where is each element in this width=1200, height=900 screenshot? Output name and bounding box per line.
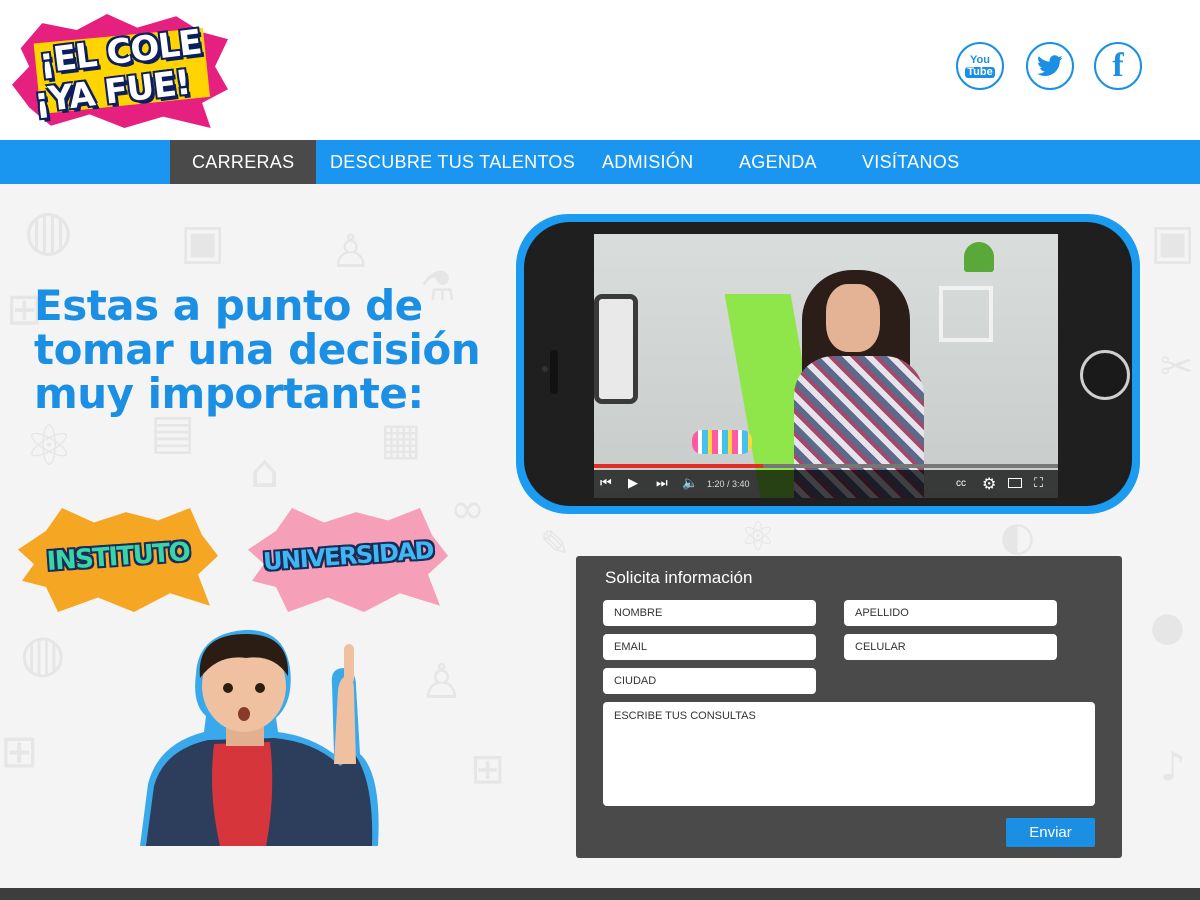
people-doodle-icon-2: ♙ xyxy=(420,654,464,710)
captions-icon[interactable]: cc xyxy=(956,470,966,498)
consultas-textarea[interactable] xyxy=(603,702,1095,806)
facebook-link[interactable]: f xyxy=(1094,42,1142,90)
phone-camera xyxy=(542,366,548,372)
backpack-doodle-icon: ▣ xyxy=(180,214,226,270)
globe-doodle-icon: ◍ xyxy=(24,198,73,263)
nombre-field[interactable] xyxy=(603,600,816,626)
dna-doodle-icon: ∞ xyxy=(450,484,485,533)
theater-box-icon xyxy=(1008,477,1022,488)
guitar-doodle-icon: ♪ xyxy=(1160,744,1186,790)
atom-doodle-icon: ⚛ xyxy=(24,414,75,479)
email-field[interactable] xyxy=(603,634,816,660)
ciudad-field[interactable] xyxy=(603,668,816,694)
settings-gear-icon[interactable]: ⚙ xyxy=(982,470,996,498)
skip-forward-icon[interactable]: ⏭ xyxy=(656,470,668,498)
calculator-doodle-icon-2: ⊞ xyxy=(0,724,39,778)
video-stool xyxy=(692,430,752,454)
enviar-button[interactable]: Enviar xyxy=(1006,818,1095,847)
twitter-link[interactable] xyxy=(1026,42,1074,90)
theater-mode-icon[interactable] xyxy=(1008,470,1022,498)
video-player[interactable]: ⏮ ▶ ⏭ 🔈 1:20 / 3:40 cc ⚙ ⛶ xyxy=(594,234,1058,498)
youtube-link[interactable]: You Tube xyxy=(956,42,1004,90)
nav-item-agenda[interactable]: AGENDA xyxy=(739,140,817,184)
house-doodle-icon: ⌂ xyxy=(250,444,280,498)
people-doodle-icon: ♙ xyxy=(330,224,372,278)
bus-doodle-icon: ▦ xyxy=(380,414,422,465)
main-navbar: CARRERAS DESCUBRE TUS TALENTOS ADMISIÓN … xyxy=(0,140,1200,184)
video-time-display: 1:20 / 3:40 xyxy=(707,479,750,489)
pencil-doodle-icon: ✎ xyxy=(540,524,571,565)
twitter-icon xyxy=(1037,55,1063,76)
palette-doodle-icon: ◐ xyxy=(1000,514,1035,560)
youtube-icon: You Tube xyxy=(965,53,995,78)
video-shelf xyxy=(939,286,993,342)
footer-bar xyxy=(0,888,1200,900)
student-illustration xyxy=(140,629,379,846)
site-header: ¡EL COLE ¡YA FUE! You Tube f xyxy=(0,0,1200,140)
scissors-doodle-icon: ✂ xyxy=(1160,344,1194,390)
nav-item-admision[interactable]: ADMISIÓN xyxy=(602,140,693,184)
phone-speaker xyxy=(550,350,558,394)
calculator-doodle-icon-3: ⊞ xyxy=(470,744,506,793)
backpack-doodle-icon-2: ▣ xyxy=(1150,214,1196,270)
phone-home-button xyxy=(1080,350,1130,400)
globe-doodle-icon-2: ◍ xyxy=(20,624,66,684)
video-picture-frame xyxy=(594,294,638,404)
nav-item-carreras[interactable]: CARRERAS xyxy=(170,140,317,184)
celular-field[interactable] xyxy=(844,634,1057,660)
nav-item-visitanos[interactable]: VISÍTANOS xyxy=(862,140,959,184)
play-icon[interactable]: ▶ xyxy=(628,470,638,498)
video-person-face xyxy=(826,284,880,352)
skip-back-icon[interactable]: ⏮ xyxy=(600,470,612,498)
site-logo[interactable]: ¡EL COLE ¡YA FUE! xyxy=(12,14,228,128)
fullscreen-icon[interactable]: ⛶ xyxy=(1034,470,1043,498)
youtube-you-text: You xyxy=(970,53,990,66)
nav-item-descubre-tus-talentos[interactable]: DESCUBRE TUS TALENTOS xyxy=(330,140,575,184)
youtube-tube-text: Tube xyxy=(965,65,995,78)
facebook-icon: f xyxy=(1112,47,1124,84)
apple-doodle-icon: ● xyxy=(1150,604,1185,650)
apellido-field[interactable] xyxy=(844,600,1057,626)
video-progress-fill xyxy=(594,464,763,468)
instituto-badge[interactable]: INSTITUTO xyxy=(18,508,218,612)
molecule-doodle-icon: ⚛ xyxy=(740,514,776,560)
video-progress-bar[interactable] xyxy=(594,464,1058,468)
hero-headline: Estas a punto de tomar una decisión muy … xyxy=(34,281,481,418)
volume-icon[interactable]: 🔈 xyxy=(682,470,698,498)
form-title: Solicita información xyxy=(605,568,753,587)
universidad-badge[interactable]: UNIVERSIDAD xyxy=(248,508,448,612)
video-plant xyxy=(964,242,994,272)
